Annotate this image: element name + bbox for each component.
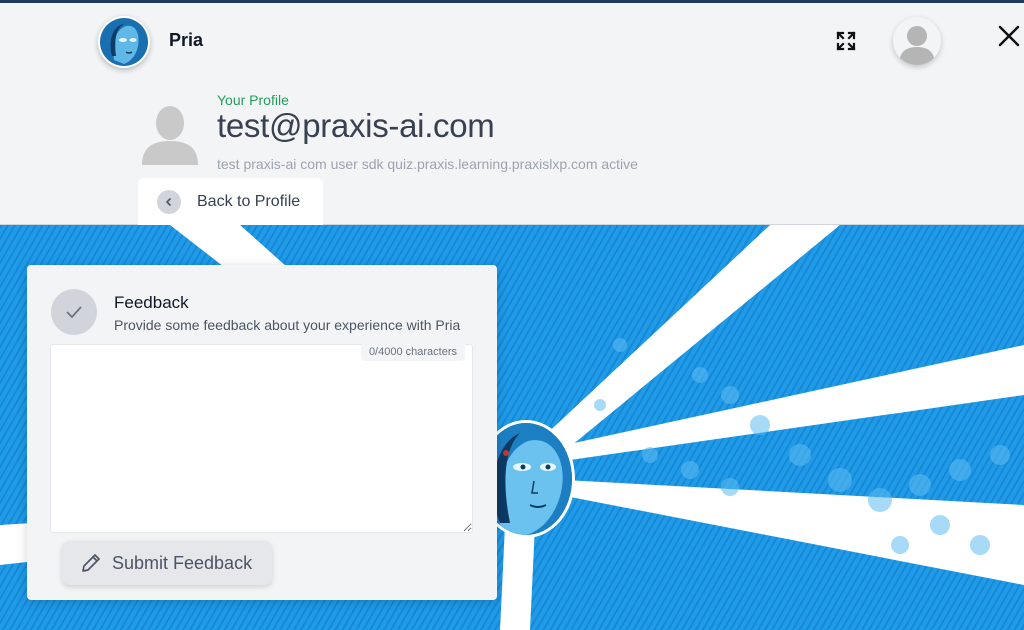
feedback-textarea-wrapper: 0/4000 characters — [50, 344, 473, 533]
submit-feedback-label: Submit Feedback — [112, 552, 253, 573]
app-name: Pria — [169, 30, 204, 50]
pencil-icon — [80, 552, 102, 574]
feedback-card: Feedback Provide some feedback about you… — [27, 265, 497, 600]
submit-feedback-button[interactable]: Submit Feedback — [62, 541, 272, 585]
expand-button[interactable] — [833, 28, 859, 54]
char-count: 0/4000 characters — [360, 344, 465, 361]
feedback-title: Feedback — [114, 293, 189, 312]
user-avatar-button[interactable] — [893, 17, 941, 65]
user-silhouette-icon — [899, 26, 935, 65]
check-icon — [51, 289, 97, 335]
profile-avatar — [141, 103, 199, 165]
back-to-profile-button[interactable]: Back to Profile — [138, 178, 323, 226]
user-silhouette-icon — [142, 106, 198, 165]
close-icon — [998, 25, 1020, 47]
chevron-left-icon — [157, 190, 181, 214]
feedback-subtitle: Provide some feedback about your experie… — [114, 317, 461, 333]
feedback-textarea[interactable] — [50, 344, 473, 533]
expand-icon — [836, 31, 856, 51]
close-button[interactable] — [996, 23, 1022, 49]
profile-email: test@praxis-ai.com — [217, 107, 495, 144]
profile-tags: test praxis-ai com user sdk quiz.praxis.… — [217, 156, 638, 172]
profile-label: Your Profile — [217, 92, 289, 108]
app-avatar — [98, 16, 150, 68]
header: Pria Your Profile test@praxis-ai.com tes… — [0, 3, 1024, 226]
back-to-profile-label: Back to Profile — [197, 193, 301, 210]
robot-face-icon — [100, 18, 148, 66]
